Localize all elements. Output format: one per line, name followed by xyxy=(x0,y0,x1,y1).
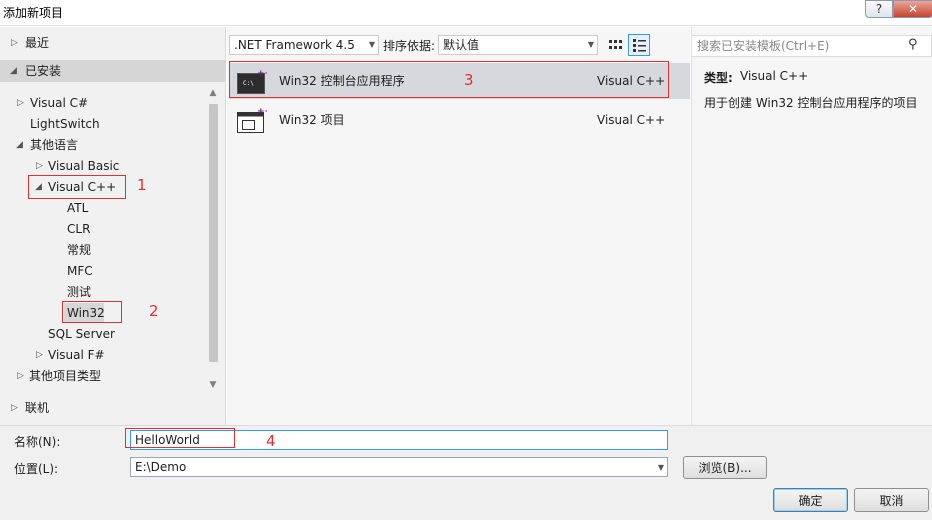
expand-icon[interactable]: ▷ xyxy=(36,346,43,364)
tree-scrollbar-thumb[interactable] xyxy=(209,104,218,362)
sort-select-value: 默认值 xyxy=(443,38,480,52)
template-name: Win32 项目 xyxy=(279,113,345,127)
tree-item-lightswitch[interactable]: LightSwitch xyxy=(30,115,100,133)
expand-icon[interactable]: ▷ xyxy=(36,157,43,175)
annotation-number: 4 xyxy=(266,432,276,450)
grid-icon xyxy=(609,40,622,49)
tree-item-visual-cpp[interactable]: Visual C++ xyxy=(48,178,116,196)
list-icon xyxy=(633,39,646,52)
list-view-button[interactable] xyxy=(628,34,650,56)
collapse-icon[interactable]: ◢ xyxy=(35,178,42,196)
title-bar: 添加新项目 ? ✕ xyxy=(0,0,932,26)
expand-icon[interactable]: ▷ xyxy=(17,94,24,112)
annotation-number: 1 xyxy=(137,176,147,194)
win32-project-icon: ++ xyxy=(237,106,272,137)
template-row-win32-project[interactable]: ++ Win32 项目 Visual C++ xyxy=(229,102,690,138)
chevron-down-icon: ▼ xyxy=(368,40,375,49)
tree-item-visual-csharp[interactable]: Visual C# xyxy=(30,94,88,112)
expand-icon[interactable]: ▷ xyxy=(17,367,24,385)
help-button[interactable]: ? xyxy=(865,0,893,18)
svg-text:++: ++ xyxy=(257,107,267,117)
tree-item-clr[interactable]: CLR xyxy=(67,220,90,238)
annotation-number: 2 xyxy=(149,302,159,320)
location-value: E:\Demo xyxy=(135,460,187,474)
collapse-icon[interactable]: ◢ xyxy=(10,62,17,80)
framework-select[interactable]: .NET Framework 4.5 ▼ xyxy=(229,35,379,55)
tree-item-mfc[interactable]: MFC xyxy=(67,262,93,280)
svg-text:++: ++ xyxy=(257,69,267,79)
console-app-icon: C:\ ++ xyxy=(237,69,272,98)
tree-item-online[interactable]: 联机 xyxy=(25,399,49,417)
tree-item-installed[interactable]: 已安装 xyxy=(25,62,61,80)
tree-item-win32[interactable]: Win32 xyxy=(67,304,105,322)
search-input[interactable]: 搜索已安装模板(Ctrl+E) xyxy=(691,35,932,57)
details-pane xyxy=(691,27,932,425)
tree-item-visual-basic[interactable]: Visual Basic xyxy=(48,157,119,175)
name-label: 名称(N): xyxy=(14,435,61,449)
location-label: 位置(L): xyxy=(14,462,59,476)
tree-item-test[interactable]: 测试 xyxy=(67,283,91,301)
tree-item-other-languages[interactable]: 其他语言 xyxy=(30,136,78,154)
template-description: 用于创建 Win32 控制台应用程序的项目 xyxy=(704,96,918,110)
scroll-down-icon[interactable]: ▼ xyxy=(206,380,220,390)
location-input[interactable]: E:\Demo ▼ xyxy=(130,457,668,477)
tree-item-sql-server[interactable]: SQL Server xyxy=(48,325,115,343)
window-title: 添加新项目 xyxy=(3,6,64,20)
tree-item-general[interactable]: 常规 xyxy=(67,241,91,259)
type-value: Visual C++ xyxy=(740,69,809,83)
ok-button[interactable]: 确定 xyxy=(773,488,848,512)
tree-item-recent[interactable]: 最近 xyxy=(25,34,49,52)
cancel-button[interactable]: 取消 xyxy=(854,488,929,512)
chevron-down-icon[interactable]: ▼ xyxy=(658,459,664,477)
template-language: Visual C++ xyxy=(597,74,666,88)
scroll-up-icon[interactable]: ▲ xyxy=(206,88,220,98)
svg-text:C:\: C:\ xyxy=(243,80,254,87)
framework-select-value: .NET Framework 4.5 xyxy=(234,38,355,52)
tree-item-visual-fsharp[interactable]: Visual F# xyxy=(48,346,105,364)
collapse-icon[interactable]: ◢ xyxy=(16,136,23,154)
sort-select[interactable]: 默认值 ▼ xyxy=(438,35,598,55)
template-row-win32-console[interactable]: C:\ ++ Win32 控制台应用程序 Visual C++ xyxy=(229,63,690,99)
expand-icon[interactable]: ▷ xyxy=(11,399,18,417)
small-icons-view-button[interactable] xyxy=(604,35,626,55)
close-button[interactable]: ✕ xyxy=(893,0,932,18)
name-input[interactable]: HelloWorld xyxy=(130,430,668,450)
tree-item-other-project-types[interactable]: 其他项目类型 xyxy=(29,367,101,385)
search-icon[interactable]: ⚲ xyxy=(908,37,918,52)
type-label: 类型: xyxy=(704,71,733,85)
template-name: Win32 控制台应用程序 xyxy=(279,74,405,88)
expand-icon[interactable]: ▷ xyxy=(11,34,18,52)
sort-label: 排序依据: xyxy=(383,39,436,53)
browse-button[interactable]: 浏览(B)... xyxy=(683,456,767,479)
tree-item-atl[interactable]: ATL xyxy=(67,199,88,217)
template-tree-pane xyxy=(0,27,226,425)
template-language: Visual C++ xyxy=(597,113,666,127)
annotation-number: 3 xyxy=(464,71,474,89)
chevron-down-icon: ▼ xyxy=(587,40,594,49)
